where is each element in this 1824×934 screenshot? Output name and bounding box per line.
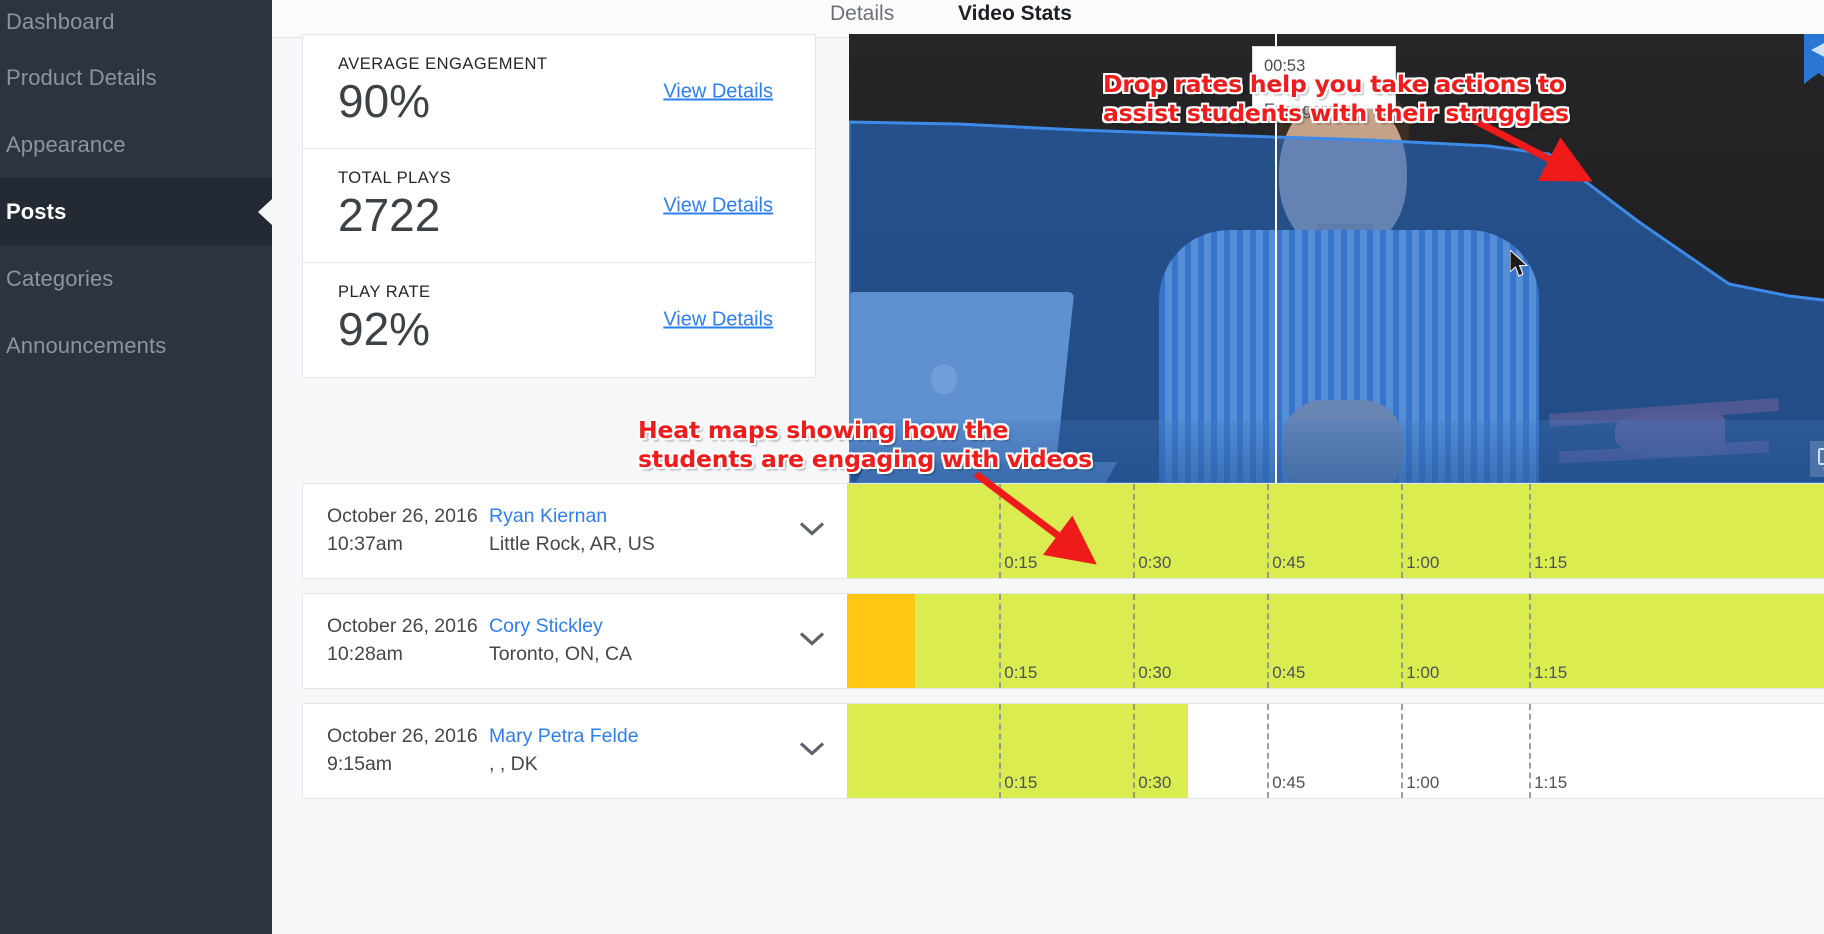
heatmap-segment [847, 594, 916, 688]
tick-label: 0:15 [1004, 773, 1038, 792]
app-window: Dashboard Product Details Appearance Pos… [0, 0, 1824, 934]
viewer-time: 10:37am [327, 533, 403, 555]
table-row[interactable]: October 26, 2016 9:15am Mary Petra Felde… [302, 703, 1824, 799]
view-details-link[interactable]: View Details [663, 309, 773, 332]
tab-details[interactable]: Details [830, 2, 894, 37]
viewer-date: October 26, 2016 [327, 615, 478, 638]
tick-label: 1:15 [1534, 553, 1568, 572]
tick-label: 0:30 [1138, 553, 1172, 572]
engagement-heatmap-bar[interactable]: 0:15 0:30 0:45 1:00 1:15 100% [847, 593, 1824, 689]
viewer-name[interactable]: Cory Stickley [489, 613, 632, 641]
tick-label: 1:00 [1406, 663, 1440, 682]
sidebar-item-categories[interactable]: Categories [0, 245, 272, 312]
viewer-identity: Ryan Kiernan Little Rock, AR, US [489, 503, 655, 558]
viewer-name[interactable]: Ryan Kiernan [489, 503, 655, 531]
tab-video-stats[interactable]: Video Stats [958, 2, 1072, 38]
viewer-datetime: October 26, 2016 10:28am [327, 613, 489, 668]
sidebar-item-posts[interactable]: Posts [0, 178, 272, 245]
tick-label: 0:30 [1138, 773, 1172, 792]
view-details-link[interactable]: View Details [663, 80, 773, 103]
sidebar-item-label: Announcements [6, 332, 167, 358]
viewer-heatmap-list: October 26, 2016 10:37am Ryan Kiernan Li… [302, 483, 1824, 813]
viewer-datetime: October 26, 2016 10:37am [327, 503, 489, 558]
tick-label: 0:45 [1272, 553, 1306, 572]
viewer-time: 9:15am [327, 753, 393, 775]
sidebar-item-announcements[interactable]: Announcements [0, 312, 272, 379]
viewer-time: 10:28am [327, 643, 403, 665]
annotation-drop-rates: Drop rates help you take actions to assi… [1103, 70, 1569, 127]
stat-play-rate: PLAY RATE 92% View Details [303, 263, 815, 377]
engagement-heatmap-bar[interactable]: 0:15 0:30 0:45 1:00 1:15 35% [847, 703, 1824, 799]
stat-label: PLAY RATE [338, 283, 431, 301]
tick-label: 1:00 [1406, 553, 1440, 572]
viewer-name[interactable]: Mary Petra Felde [489, 723, 639, 751]
sidebar-item-product-details[interactable]: Product Details [0, 44, 272, 111]
table-row[interactable]: October 26, 2016 10:37am Ryan Kiernan Li… [302, 483, 1824, 579]
tick-label: 0:15 [1004, 553, 1038, 572]
sidebar-item-label: Appearance [6, 131, 126, 157]
tab-bar: Details Video Stats [272, 0, 1824, 38]
sidebar-item-label: Posts [6, 198, 67, 224]
viewer-info: October 26, 2016 10:28am Cory Stickley T… [302, 593, 847, 689]
heatmap-segment [915, 594, 1824, 688]
tick-label: 0:15 [1004, 663, 1038, 682]
stats-card: AVERAGE ENGAGEMENT 90% View Details TOTA… [302, 34, 816, 378]
tick-label: 1:15 [1534, 663, 1568, 682]
sidebar-item-appearance[interactable]: Appearance [0, 111, 272, 178]
viewer-date: October 26, 2016 [327, 505, 478, 528]
chevron-down-icon[interactable] [799, 741, 825, 762]
viewer-info: October 26, 2016 9:15am Mary Petra Felde… [302, 703, 847, 799]
main-content: Details Video Stats AVERAGE ENGAGEMENT 9… [272, 0, 1824, 934]
tab-label: Video Stats [958, 2, 1072, 25]
sidebar-item-dashboard[interactable]: Dashboard [0, 0, 272, 44]
sidebar-item-label: Categories [6, 265, 114, 291]
airplay-icon[interactable] [1810, 441, 1824, 477]
active-indicator-caret [258, 198, 272, 225]
viewer-info: October 26, 2016 10:37am Ryan Kiernan Li… [302, 483, 847, 579]
sidebar: Dashboard Product Details Appearance Pos… [0, 0, 272, 934]
tab-label: Details [830, 2, 895, 25]
viewer-location: Little Rock, AR, US [489, 533, 655, 555]
tick-label: 0:45 [1272, 773, 1306, 792]
stat-label: AVERAGE ENGAGEMENT [338, 55, 548, 73]
tick-label: 1:00 [1406, 773, 1440, 792]
viewer-identity: Cory Stickley Toronto, ON, CA [489, 613, 632, 668]
viewer-location: Toronto, ON, CA [489, 643, 633, 665]
chevron-down-icon[interactable] [799, 521, 825, 542]
tick-label: 0:45 [1272, 663, 1306, 682]
sidebar-item-label: Product Details [6, 64, 157, 90]
stat-total-plays: TOTAL PLAYS 2722 View Details [303, 149, 815, 263]
stat-label: TOTAL PLAYS [338, 169, 452, 187]
engagement-heatmap-bar[interactable]: 0:15 0:30 0:45 1:00 1:15 100% [847, 483, 1824, 579]
viewer-date: October 26, 2016 [327, 725, 478, 748]
chevron-down-icon[interactable] [799, 631, 825, 652]
table-row[interactable]: October 26, 2016 10:28am Cory Stickley T… [302, 593, 1824, 689]
viewer-identity: Mary Petra Felde , , DK [489, 723, 639, 778]
tick-label: 1:15 [1534, 773, 1568, 792]
viewer-datetime: October 26, 2016 9:15am [327, 723, 489, 778]
tick-label: 0:30 [1138, 663, 1172, 682]
view-details-link[interactable]: View Details [663, 194, 773, 217]
sidebar-item-label: Dashboard [6, 9, 115, 34]
viewer-location: , , DK [489, 753, 538, 775]
heatmap-segment [847, 484, 1824, 578]
annotation-heat-maps: Heat maps showing how the students are e… [638, 416, 1092, 473]
stat-average-engagement: AVERAGE ENGAGEMENT 90% View Details [303, 35, 815, 149]
